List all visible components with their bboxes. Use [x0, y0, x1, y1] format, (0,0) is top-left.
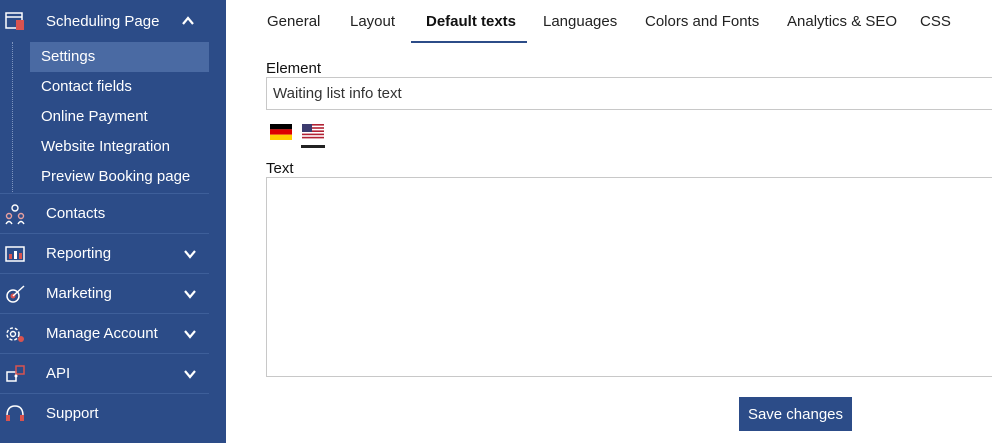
chevron-down-icon[interactable]	[182, 286, 198, 302]
element-field[interactable]	[266, 77, 992, 110]
sidebar-item-label: Manage Account	[46, 325, 158, 342]
tab-css[interactable]: CSS	[920, 13, 951, 30]
save-changes-button[interactable]: Save changes	[739, 397, 852, 431]
scheduling-submenu: Settings Contact fields Online Payment W…	[0, 42, 209, 192]
scheduling-page-icon	[5, 12, 24, 30]
sidebar-header-scheduling-page[interactable]: Scheduling Page	[0, 0, 209, 42]
submenu-item-settings[interactable]: Settings	[30, 42, 209, 72]
contacts-icon	[5, 204, 25, 225]
marketing-icon	[6, 285, 25, 303]
sidebar: Scheduling Page Settings Contact fields …	[0, 0, 226, 443]
sidebar-item-marketing[interactable]: Marketing	[0, 273, 209, 314]
tab-layout[interactable]: Layout	[350, 13, 395, 30]
text-area[interactable]	[266, 177, 992, 377]
settings-tabs: General Layout Default texts Languages C…	[226, 0, 992, 44]
chevron-down-icon[interactable]	[182, 246, 198, 262]
tab-colors-and-fonts[interactable]: Colors and Fonts	[645, 13, 759, 30]
sidebar-item-api[interactable]: API	[0, 353, 209, 394]
sidebar-item-reporting[interactable]: Reporting	[0, 233, 209, 274]
chevron-down-icon[interactable]	[182, 326, 198, 342]
element-label: Element	[266, 60, 322, 77]
tree-line	[12, 42, 13, 192]
submenu-item-contact-fields[interactable]: Contact fields	[30, 72, 209, 102]
chevron-up-icon[interactable]	[180, 13, 196, 29]
sidebar-item-support[interactable]: Support	[0, 393, 209, 434]
tab-general[interactable]: General	[267, 13, 320, 30]
api-icon	[6, 365, 25, 382]
submenu-item-preview-booking-page[interactable]: Preview Booking page	[30, 162, 209, 192]
sidebar-item-manage-account[interactable]: Manage Account	[0, 313, 209, 354]
sidebar-item-label: Support	[46, 405, 99, 422]
text-label: Text	[266, 160, 294, 177]
german-flag-icon[interactable]	[270, 124, 292, 140]
sidebar-item-contacts[interactable]: Contacts	[0, 193, 209, 234]
sidebar-header-label: Scheduling Page	[46, 13, 160, 30]
submenu-item-online-payment[interactable]: Online Payment	[30, 102, 209, 132]
tab-analytics-seo[interactable]: Analytics & SEO	[787, 13, 897, 30]
manage-account-icon	[6, 327, 24, 342]
chevron-down-icon[interactable]	[182, 366, 198, 382]
support-icon	[6, 405, 24, 421]
active-tab-indicator	[411, 41, 527, 43]
sidebar-item-label: Contacts	[46, 205, 106, 222]
sidebar-item-label: Marketing	[46, 285, 112, 302]
tab-languages[interactable]: Languages	[543, 13, 617, 30]
tab-default-texts[interactable]: Default texts	[426, 13, 516, 30]
us-flag-icon[interactable]	[302, 124, 324, 140]
submenu-item-website-integration[interactable]: Website Integration	[30, 132, 209, 162]
reporting-icon	[5, 246, 25, 262]
sidebar-item-label: Reporting	[46, 245, 112, 262]
selected-language-indicator	[301, 145, 325, 148]
sidebar-item-label: API	[46, 365, 71, 382]
